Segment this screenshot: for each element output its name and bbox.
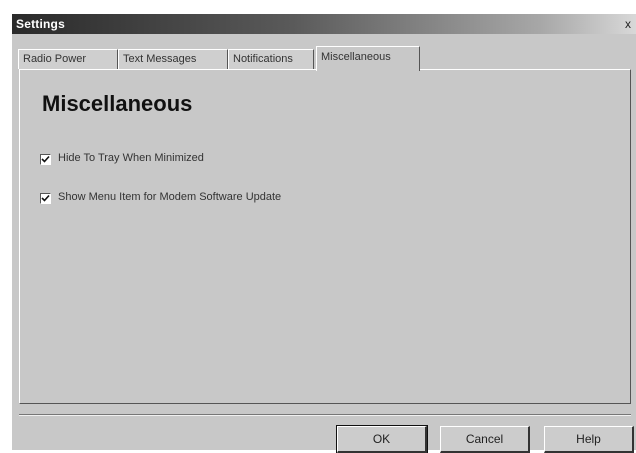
hide-to-tray-checkbox[interactable]: [40, 154, 51, 165]
ok-button[interactable]: OK: [336, 425, 428, 453]
window-title: Settings: [16, 17, 65, 31]
tab-notifications[interactable]: Notifications: [228, 49, 314, 69]
button-separator: [19, 414, 631, 416]
modem-update-label: Show Menu Item for Modem Software Update: [58, 191, 282, 203]
checkmark-icon: [41, 155, 50, 163]
tab-label: Miscellaneous: [321, 51, 391, 63]
tab-label: Text Messages: [123, 53, 197, 65]
tab-miscellaneous[interactable]: Miscellaneous: [316, 46, 420, 71]
cancel-button[interactable]: Cancel: [440, 426, 530, 453]
tab-label: Notifications: [233, 53, 293, 65]
help-button[interactable]: Help: [544, 426, 634, 453]
tab-text-messages[interactable]: Text Messages: [118, 49, 228, 69]
tab-panel: [19, 69, 631, 404]
checkmark-icon: [41, 194, 50, 202]
tab-radio-power[interactable]: Radio Power: [18, 49, 118, 69]
settings-dialog: Settings x Radio Power Text Messages Not…: [12, 14, 636, 453]
title-bar[interactable]: Settings x: [12, 14, 636, 34]
modem-update-checkbox[interactable]: [40, 193, 51, 204]
close-icon[interactable]: x: [622, 17, 634, 31]
tab-label: Radio Power: [23, 53, 86, 65]
hide-to-tray-label: Hide To Tray When Minimized: [58, 152, 204, 164]
page-title: Miscellaneous: [42, 91, 193, 116]
